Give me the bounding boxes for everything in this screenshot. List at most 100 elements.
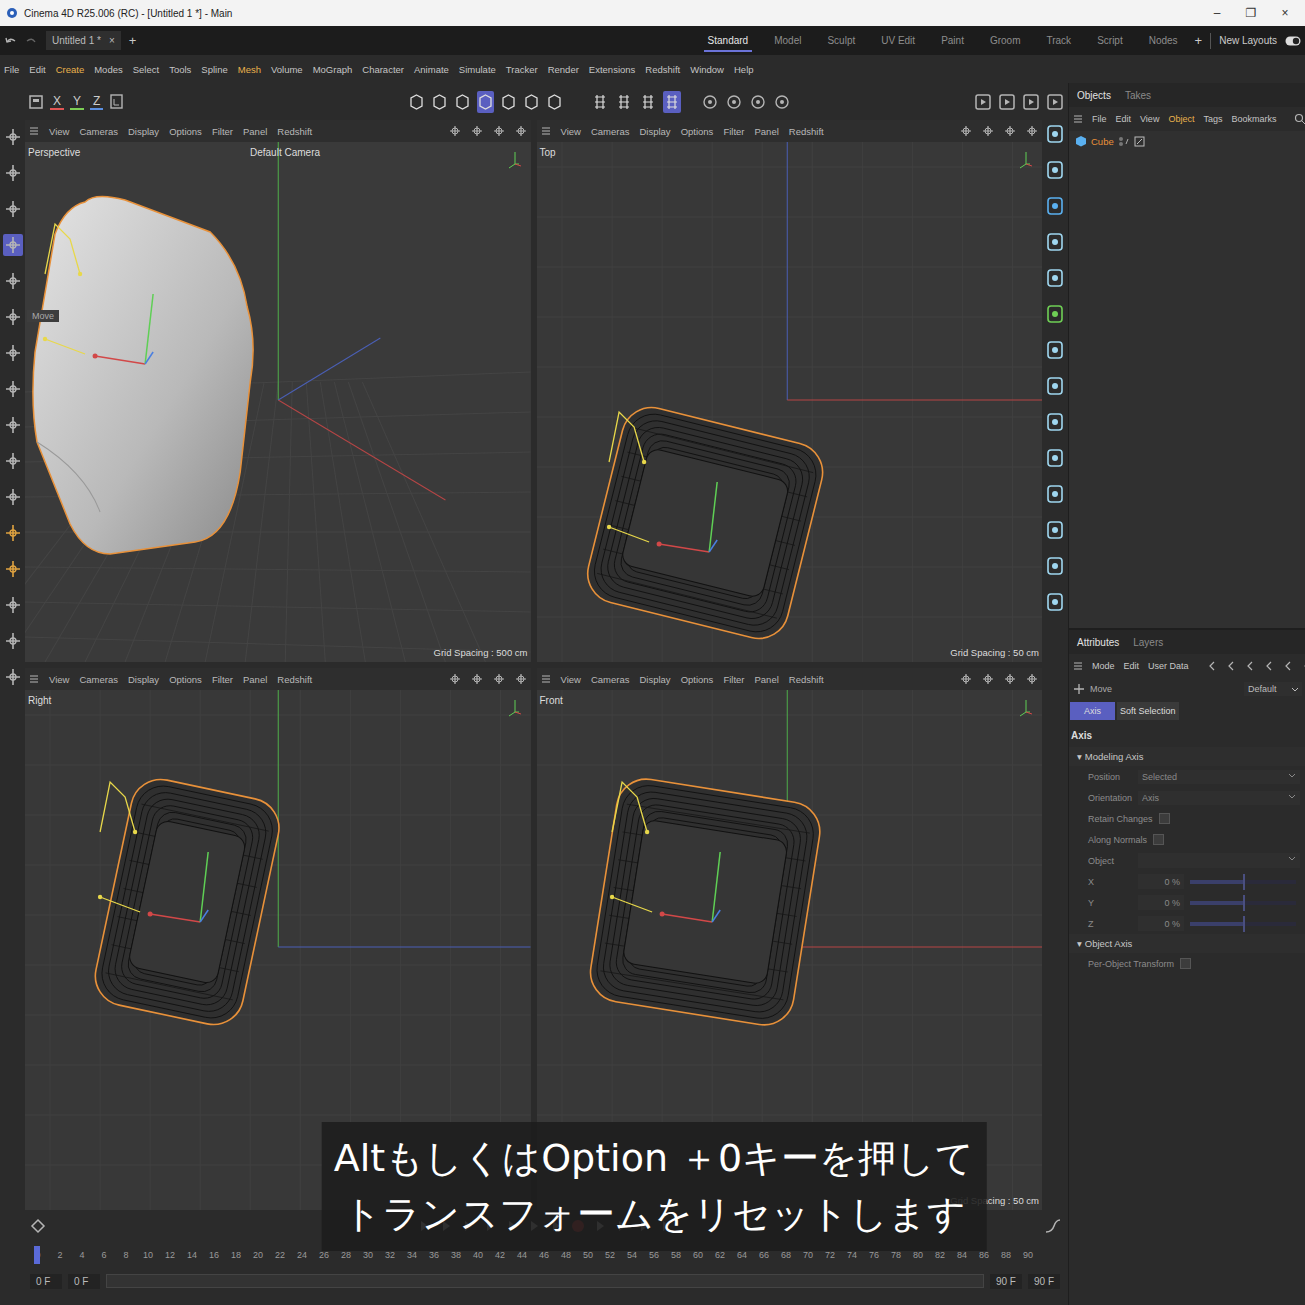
filter-icon[interactable] [1283, 660, 1293, 672]
redo-icon[interactable] [25, 35, 38, 47]
window-control-button[interactable]: × [1271, 6, 1299, 20]
undo-icon[interactable] [4, 35, 17, 47]
menu-item[interactable]: Mesh [238, 64, 261, 75]
pen-icon[interactable] [3, 486, 23, 508]
object-row[interactable]: Cube [1075, 135, 1300, 147]
viewport-menu-item[interactable]: Redshift [277, 126, 312, 137]
link-field[interactable] [1138, 853, 1300, 868]
scene-canvas[interactable] [537, 142, 1043, 662]
text-icon[interactable] [1044, 230, 1066, 254]
viewport-canvas[interactable]: TopGrid Spacing : 50 cm [537, 142, 1043, 662]
lock-icon[interactable] [701, 91, 719, 113]
viewport-menu-item[interactable]: Redshift [277, 674, 312, 685]
panel-tab[interactable]: Attributes [1077, 637, 1119, 648]
chevron-down-icon[interactable] [1291, 686, 1299, 693]
cube-icon[interactable] [1075, 135, 1087, 147]
dolly-icon[interactable] [471, 125, 483, 137]
object-mode-icon[interactable] [500, 91, 517, 113]
expand-toggle[interactable]: ▾ [1077, 938, 1082, 949]
scale-icon[interactable] [3, 306, 23, 328]
chevron-down-icon[interactable] [1288, 793, 1296, 800]
menu-item[interactable]: Mode [1092, 661, 1115, 671]
grid-icon[interactable] [639, 91, 657, 113]
subtab[interactable]: Soft Selection [1117, 702, 1179, 720]
menu-item[interactable]: Select [133, 64, 159, 75]
layout-tab[interactable]: UV Edit [877, 29, 919, 52]
quantize-icon[interactable] [663, 91, 681, 113]
viewport-menu-item[interactable]: Filter [212, 674, 233, 685]
pan-icon[interactable] [449, 673, 461, 685]
phong-tag-icon[interactable] [1134, 136, 1145, 147]
viewport-menu-item[interactable]: Cameras [591, 674, 630, 685]
playhead[interactable] [34, 1246, 40, 1264]
search-icon[interactable] [1264, 660, 1274, 672]
viewport-menu-item[interactable]: Filter [723, 674, 744, 685]
menu-item[interactable]: Edit [1116, 114, 1132, 124]
menu-item[interactable]: Bookmarks [1231, 114, 1276, 124]
menu-item[interactable]: Object [1168, 114, 1194, 124]
layout-tab[interactable]: Script [1093, 29, 1127, 52]
current-frame-field[interactable]: 0 F [68, 1274, 100, 1289]
paint-icon[interactable] [3, 594, 23, 616]
viewport-menu-item[interactable]: Options [681, 674, 714, 685]
maximize-icon[interactable] [515, 125, 527, 137]
slider-track[interactable] [1190, 922, 1296, 926]
menu-item[interactable]: Help [734, 64, 754, 75]
material-icon[interactable] [1046, 91, 1064, 113]
snap-icon[interactable] [591, 91, 609, 113]
dolly-icon[interactable] [471, 673, 483, 685]
smooth-icon[interactable] [3, 630, 23, 652]
settings-icon[interactable] [749, 91, 767, 113]
toggle-icon[interactable] [1285, 35, 1301, 47]
start-frame-field[interactable]: 0 F [30, 1274, 62, 1289]
slider-track[interactable] [1190, 880, 1296, 884]
effector-icon[interactable] [1044, 446, 1066, 470]
panel-tab[interactable]: Objects [1077, 90, 1111, 101]
viewport-menu-item[interactable]: Filter [212, 126, 233, 137]
close-tab-button[interactable]: × [109, 35, 115, 46]
back-icon[interactable] [1207, 660, 1217, 672]
render-view-icon[interactable] [974, 91, 992, 113]
number-value[interactable]: 0 % [1164, 898, 1180, 908]
maximize-icon[interactable] [515, 673, 527, 685]
knife-icon[interactable] [3, 414, 23, 436]
add-tab-button[interactable]: + [129, 33, 137, 48]
chevron-down-icon[interactable] [1288, 772, 1296, 779]
render-settings-icon[interactable] [1022, 91, 1040, 113]
maximize-icon[interactable] [1026, 673, 1038, 685]
viewport-menu-item[interactable]: Options [169, 674, 202, 685]
checkbox[interactable] [1159, 813, 1170, 824]
move-icon[interactable] [3, 234, 23, 256]
orbit-icon[interactable] [1004, 125, 1016, 137]
spline-icon[interactable] [3, 522, 23, 544]
menu-item[interactable]: Animate [414, 64, 449, 75]
viewport-menu-item[interactable]: Panel [755, 674, 779, 685]
viewport-menu-item[interactable]: View [561, 674, 581, 685]
curve-editor-icon[interactable] [1044, 1218, 1062, 1234]
viewport-menu-item[interactable]: View [561, 126, 581, 137]
subtab[interactable]: Axis [1070, 702, 1115, 720]
new-layouts-dropdown[interactable]: New Layouts [1219, 35, 1277, 46]
live-selection-icon[interactable] [3, 162, 23, 184]
menu-item[interactable]: Window [690, 64, 724, 75]
layout-tab[interactable]: Sculpt [823, 29, 859, 52]
dolly-icon[interactable] [982, 673, 994, 685]
menu-item[interactable]: Character [362, 64, 404, 75]
coordinate-system-icon[interactable] [109, 93, 124, 110]
model-mode-icon[interactable] [477, 91, 494, 113]
menu-item[interactable]: Tags [1203, 114, 1222, 124]
end-frame-field[interactable]: 90 F [990, 1274, 1022, 1289]
section-header[interactable]: ▾Modeling Axis [1069, 747, 1305, 766]
panel-tab[interactable]: Takes [1125, 90, 1151, 101]
edges-mode-icon[interactable] [431, 91, 448, 113]
menu-item[interactable]: Edit [1124, 661, 1140, 671]
extrude-icon[interactable] [3, 378, 23, 400]
number-field[interactable]: 0 % [1138, 874, 1184, 889]
viewport-menu-item[interactable]: Panel [755, 126, 779, 137]
light-icon[interactable] [1044, 554, 1066, 578]
pan-icon[interactable] [960, 673, 972, 685]
menu-item[interactable]: Modes [94, 64, 123, 75]
number-field[interactable]: 0 % [1138, 895, 1184, 910]
polygons-mode-icon[interactable] [454, 91, 471, 113]
expand-toggle[interactable]: ▾ [1077, 751, 1082, 762]
